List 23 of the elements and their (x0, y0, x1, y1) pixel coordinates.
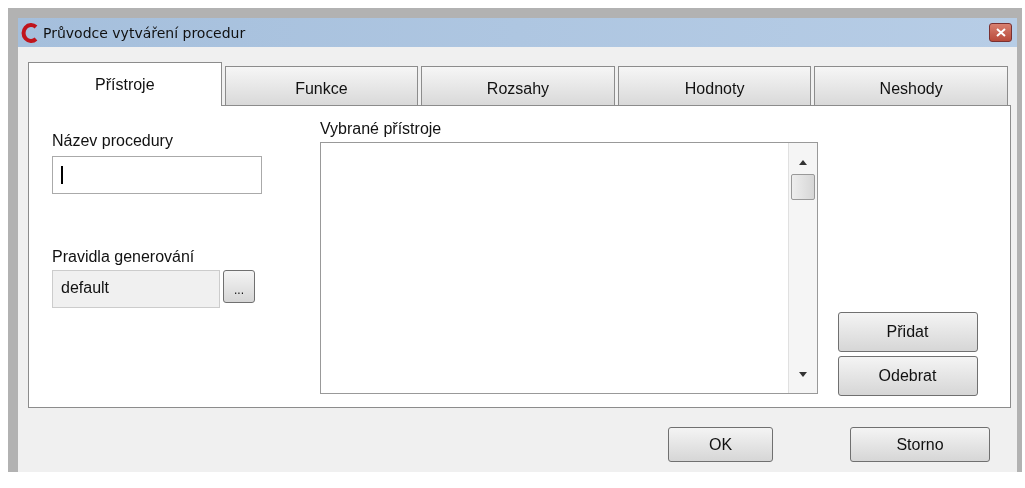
action-button[interactable]: Odebrat (837, 356, 978, 396)
scrollbar[interactable] (788, 143, 817, 393)
input-field[interactable]: default (52, 270, 220, 308)
browse-button[interactable]: ... (223, 270, 255, 303)
action-button[interactable]: Přidat (837, 312, 978, 352)
field-label: Pravidla generování (52, 248, 195, 266)
tab[interactable]: Hodnoty (617, 66, 812, 105)
ok-button[interactable]: OK (668, 427, 773, 462)
close-button[interactable] (989, 23, 1012, 42)
cancel-button[interactable]: Storno (850, 427, 990, 462)
window-title: Průvodce vytváření procedur (43, 24, 246, 41)
scroll-up-icon[interactable] (799, 160, 807, 165)
input-field[interactable] (52, 156, 262, 194)
tab[interactable]: Funkce (224, 66, 419, 105)
field-label: Název procedury (52, 132, 173, 150)
list-label: Vybrané přístroje (320, 120, 443, 138)
tab[interactable]: Rozsahy (421, 66, 615, 105)
scroll-down-icon[interactable] (799, 372, 807, 377)
tab[interactable]: Neshody (814, 66, 1008, 105)
scrollbar-thumb[interactable] (791, 174, 815, 200)
logo-icon (21, 22, 39, 43)
tab[interactable]: Přístroje (28, 62, 222, 106)
close-icon (995, 28, 1006, 37)
